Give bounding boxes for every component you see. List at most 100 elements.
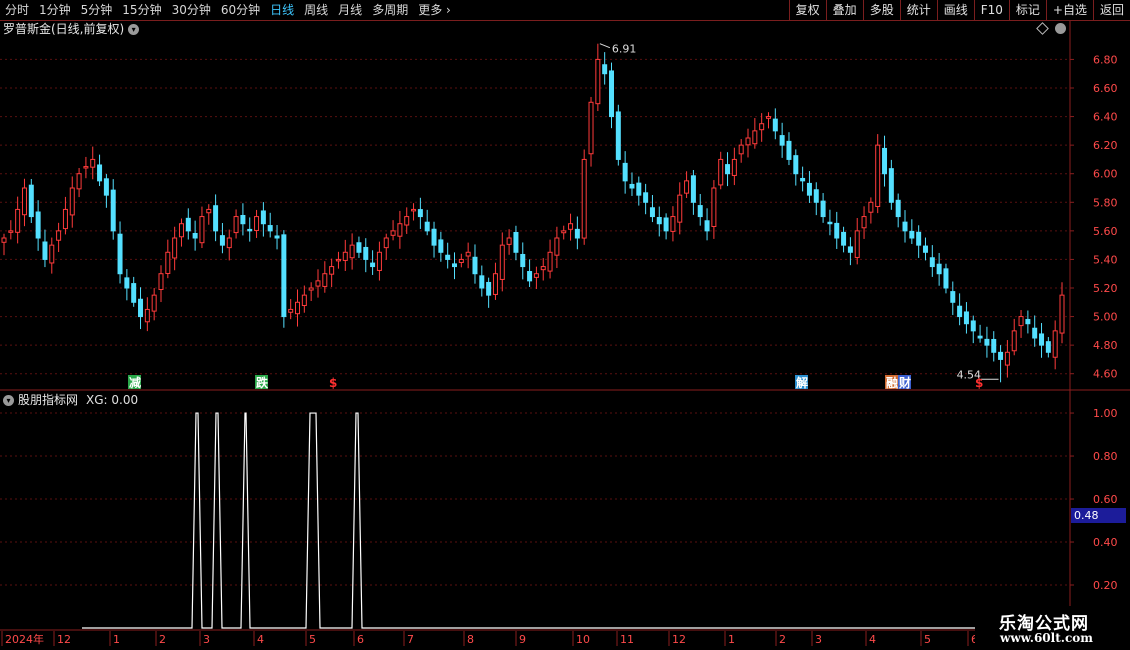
high-arrow [599, 43, 611, 49]
candle-body [765, 116, 771, 119]
candle-body [943, 268, 949, 289]
candle-body [533, 273, 539, 278]
y-tick-label: 5.80 [1093, 196, 1118, 209]
candle-body [383, 237, 389, 249]
candle-body [370, 262, 376, 268]
candle-body [90, 158, 96, 168]
candle-body [315, 280, 321, 287]
candle-body [759, 123, 765, 131]
candle-body [902, 221, 908, 232]
candle-body [718, 158, 724, 186]
candle-body [499, 244, 505, 280]
signal-marker: 融 [886, 375, 898, 390]
candle-body [329, 266, 335, 275]
indicator-tick-label: 0.20 [1093, 579, 1118, 592]
candle-body [779, 135, 785, 146]
candle-body [629, 183, 635, 189]
candle-body [83, 166, 89, 169]
candle-body [465, 251, 471, 257]
x-tick-label: 4 [869, 633, 876, 646]
candle-body [144, 308, 150, 323]
candle-body [308, 287, 314, 291]
candle-body [185, 217, 191, 232]
candle-body [929, 257, 935, 268]
candle-body [274, 235, 280, 239]
candle-body [663, 217, 669, 232]
indicator-tick-label: 0.80 [1093, 450, 1118, 463]
xg-signal-line [82, 412, 975, 629]
candle-body [417, 209, 423, 218]
signal-marker: 解 [796, 375, 808, 390]
y-tick-label: 4.60 [1093, 368, 1118, 381]
indicator-tick-label: 0.40 [1093, 536, 1118, 549]
candle-body [1039, 333, 1045, 346]
signal-marker: 财 [898, 375, 911, 390]
x-tick-label: 2 [159, 633, 166, 646]
candle-body [424, 221, 430, 232]
candle-body [806, 182, 812, 196]
candle-body [15, 208, 21, 233]
candle-body [738, 144, 744, 155]
candle-body [554, 237, 560, 256]
candle-body [847, 246, 853, 253]
candle-body [568, 223, 574, 230]
candle-body [1052, 330, 1058, 358]
candle-body [1025, 318, 1031, 325]
candle-body [608, 70, 614, 118]
candle-body [226, 237, 232, 249]
candle-body [35, 211, 41, 239]
candle-body [335, 258, 341, 262]
x-tick-label: 9 [519, 633, 526, 646]
x-tick-label: 5 [924, 633, 931, 646]
candle-body [895, 199, 901, 218]
candle-body [172, 237, 178, 259]
y-tick-label: 5.60 [1093, 225, 1118, 238]
candle-body [76, 173, 82, 190]
x-tick-label: 2 [779, 633, 786, 646]
x-tick-label: 2024年 [5, 632, 44, 646]
indicator-tick-label: 0.60 [1093, 493, 1118, 506]
candle-body [97, 164, 103, 182]
candle-body [704, 220, 710, 232]
candle-body [636, 182, 642, 196]
candle-body [697, 205, 703, 218]
x-tick-label: 1 [728, 633, 735, 646]
candle-body [240, 214, 246, 225]
candle-body [574, 228, 580, 239]
candle-body [513, 231, 519, 253]
y-tick-label: 6.40 [1093, 111, 1118, 124]
candle-body [288, 308, 294, 313]
candle-body [213, 205, 219, 232]
candle-body [131, 283, 137, 303]
candle-body [752, 130, 758, 145]
candle-body [725, 164, 731, 175]
candle-body [793, 155, 799, 175]
x-tick-label: 5 [309, 633, 316, 646]
candle-body [731, 158, 737, 176]
y-tick-label: 6.00 [1093, 168, 1118, 181]
candle-body [977, 335, 983, 339]
indicator-tick-label: 1.00 [1093, 407, 1118, 420]
candle-body [295, 301, 301, 315]
kline-chart[interactable]: 6.80 6.60 6.40 6.20 6.00 5.80 5.60 5.40 5.20 5.00… [0, 0, 1130, 650]
y-tick-label: 6.60 [1093, 82, 1118, 95]
candle-body [56, 230, 62, 241]
x-tick-label: 10 [576, 633, 590, 646]
candle-body [390, 230, 396, 236]
candle-body [588, 101, 594, 155]
x-tick-label: 12 [57, 633, 71, 646]
candle-body [595, 58, 601, 105]
candle-body [540, 266, 546, 271]
candle-body [677, 194, 683, 223]
candle-body [561, 230, 567, 234]
candle-body [322, 273, 328, 287]
x-tick-label: 6 [357, 633, 364, 646]
candle-body [506, 237, 512, 245]
candle-body [547, 251, 553, 272]
candle-body [656, 216, 662, 225]
watermark-url: www.60lt.com [1000, 631, 1093, 645]
candle-body [888, 168, 894, 203]
x-tick-label: 4 [257, 633, 264, 646]
candle-body [452, 263, 458, 268]
candle-body [233, 216, 239, 234]
